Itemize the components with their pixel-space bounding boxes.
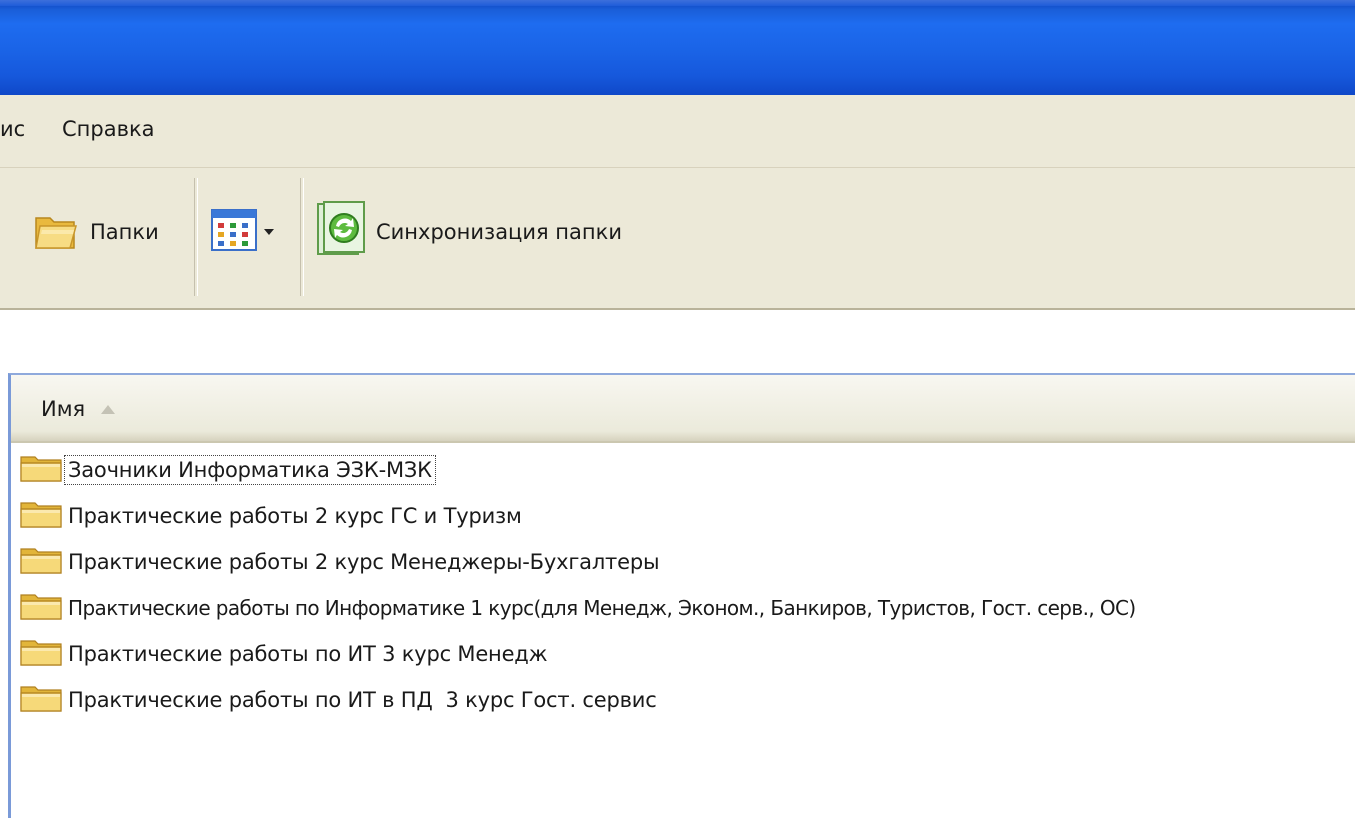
folder-icon	[19, 637, 63, 671]
list-item-label: Практические работы 2 курс ГС и Туризм	[68, 504, 522, 528]
folder-icon	[19, 545, 63, 579]
menu-tools[interactable]: ис	[0, 117, 25, 141]
toolbar-separator	[300, 178, 304, 296]
toolbar: Папки Синхронизация папки	[0, 168, 1355, 310]
folder-icon	[19, 499, 63, 533]
sort-ascending-icon	[101, 404, 116, 414]
list-item[interactable]: Практические работы 2 курс ГС и Туризм	[19, 493, 1139, 539]
file-list: Заочники Информатика ЭЗК-МЗК Практически…	[11, 447, 1139, 723]
list-item-label: Практические работы по ИТ 3 курс Менедж	[68, 642, 548, 666]
folders-label: Папки	[90, 220, 159, 244]
list-item[interactable]: Практические работы 2 курс Менеджеры-Бух…	[19, 539, 1139, 585]
list-item[interactable]: Практические работы по ИТ в ПД 3 курс Го…	[19, 677, 1139, 723]
list-item-label: Практические работы 2 курс Менеджеры-Бух…	[68, 550, 660, 574]
list-item-label: Практические работы по Информатике 1 кур…	[68, 596, 1136, 620]
menu-bar: ис Справка	[0, 95, 1355, 168]
menu-help[interactable]: Справка	[62, 117, 155, 141]
explorer-window: ис Справка Папки Синхронизация папки Имя…	[0, 0, 1355, 818]
address-area	[0, 310, 1355, 373]
toolbar-separator	[194, 178, 198, 296]
chevron-down-icon[interactable]	[264, 229, 274, 235]
list-item-label: Практические работы по ИТ в ПД 3 курс Го…	[68, 688, 657, 712]
folder-icon	[19, 683, 63, 717]
list-item-label: Заочники Информатика ЭЗК-МЗК	[64, 455, 436, 485]
title-bar[interactable]	[0, 0, 1355, 95]
sync-folder-button[interactable]: Синхронизация папки	[314, 192, 622, 272]
views-button[interactable]	[210, 192, 274, 272]
list-item[interactable]: Практические работы по Информатике 1 кур…	[19, 585, 1139, 631]
views-grid-icon	[210, 208, 258, 256]
folder-icon	[19, 591, 63, 625]
column-header-name[interactable]: Имя	[11, 375, 1355, 443]
file-list-pane[interactable]: Имя Заочники Информатика ЭЗК-МЗК Практич…	[8, 373, 1355, 818]
list-item[interactable]: Практические работы по ИТ 3 курс Менедж	[19, 631, 1139, 677]
sync-folder-label: Синхронизация папки	[376, 220, 622, 244]
column-name-label: Имя	[41, 397, 86, 421]
list-item[interactable]: Заочники Информатика ЭЗК-МЗК	[19, 447, 1139, 493]
folder-icon	[19, 453, 63, 487]
folders-icon	[30, 204, 82, 260]
sync-icon	[314, 200, 368, 264]
folders-button[interactable]: Папки	[30, 192, 159, 272]
